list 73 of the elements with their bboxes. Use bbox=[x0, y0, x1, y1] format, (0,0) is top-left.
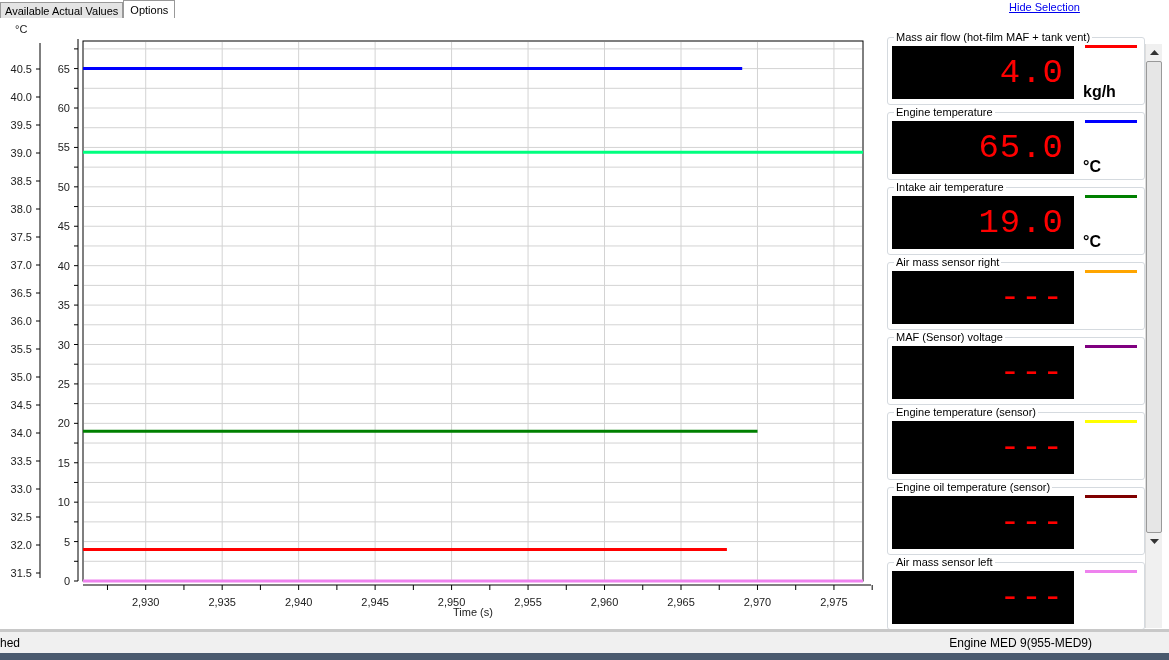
gauge-value: 4.0 bbox=[999, 53, 1065, 92]
axis-label: 2,950 bbox=[437, 596, 466, 608]
axis-label: 39.0 bbox=[10, 147, 32, 159]
gauge-title: Engine temperature (sensor) bbox=[894, 406, 1038, 419]
gauge-value: --- bbox=[999, 578, 1065, 617]
axis-label: 32.0 bbox=[10, 539, 32, 551]
axis-label: 2,960 bbox=[590, 596, 619, 608]
axis-label: 34.5 bbox=[10, 399, 32, 411]
axis-label: 36.5 bbox=[10, 287, 32, 299]
axis-label: 5 bbox=[63, 535, 70, 548]
axis-label: 40.0 bbox=[10, 91, 32, 103]
gauge-title: Mass air flow (hot-film MAF + tank vent) bbox=[894, 31, 1093, 44]
axis-label: 2,970 bbox=[743, 596, 772, 608]
axis-label: 25 bbox=[57, 377, 70, 390]
gauge-title: Engine temperature bbox=[894, 106, 995, 119]
gauge-unit: °C bbox=[1083, 158, 1101, 176]
status-text: Engine MED 9(955-MED9) bbox=[949, 635, 1092, 650]
axis-label: 2,940 bbox=[284, 596, 313, 608]
axis-label: 2,945 bbox=[361, 596, 389, 608]
axis-label: 15 bbox=[57, 456, 70, 469]
axis-label: 20 bbox=[57, 417, 70, 430]
axis-label: 2,935 bbox=[208, 596, 236, 608]
axis-label: 32.5 bbox=[10, 511, 32, 523]
axis-label: 34.0 bbox=[10, 427, 32, 439]
gauge-value: --- bbox=[999, 353, 1065, 392]
axis-label: 40 bbox=[57, 259, 70, 272]
axis-label: 55 bbox=[57, 141, 70, 154]
axis-label: 38.5 bbox=[10, 175, 32, 187]
gauge-title: Air mass sensor left bbox=[894, 556, 995, 569]
scroll-thumb[interactable] bbox=[1146, 61, 1162, 533]
axis-label: 30 bbox=[57, 338, 70, 351]
axis-label: 35 bbox=[57, 299, 70, 312]
axis-label: 35.0 bbox=[10, 371, 32, 383]
axis-label: 40.5 bbox=[10, 63, 32, 75]
tab[interactable]: Available Actual Values bbox=[0, 2, 124, 18]
gauge-value: --- bbox=[999, 428, 1065, 467]
axis-label: 2,975 bbox=[820, 596, 848, 608]
gauge-title: Engine oil temperature (sensor) bbox=[894, 481, 1053, 494]
gauge-value: 19.0 bbox=[978, 203, 1065, 242]
axis-label: 2,965 bbox=[667, 596, 695, 608]
gauge-unit: °C bbox=[1083, 233, 1101, 251]
gauge-value: 65.0 bbox=[978, 128, 1065, 167]
axis-label: 2,955 bbox=[514, 596, 542, 608]
axis-label: 37.5 bbox=[10, 231, 32, 243]
axis-label: 10 bbox=[57, 496, 70, 509]
gauge-title: Intake air temperature bbox=[894, 181, 1006, 194]
axis-label: 38.0 bbox=[10, 203, 32, 215]
scroll-down-icon[interactable] bbox=[1149, 539, 1159, 544]
axis-label: 39.5 bbox=[10, 119, 32, 131]
axis-label: 60 bbox=[57, 102, 70, 114]
axis-label: 0 bbox=[63, 575, 70, 587]
gauge-value: --- bbox=[999, 503, 1065, 542]
gauge-title: Air mass sensor right bbox=[894, 256, 1002, 269]
hide-selection-link[interactable]: Hide Selection bbox=[1009, 1, 1080, 13]
axis-label: 31.5 bbox=[10, 567, 32, 579]
axis-label: 2,930 bbox=[131, 596, 160, 608]
axis-label: 65 bbox=[57, 62, 70, 75]
axis-label: 37.0 bbox=[10, 259, 32, 271]
gauge-value: --- bbox=[999, 278, 1065, 317]
scroll-up-icon[interactable] bbox=[1149, 50, 1159, 55]
axis-unit: °C bbox=[15, 23, 28, 35]
axis-label: 36.0 bbox=[10, 315, 32, 327]
axis-label: 33.5 bbox=[10, 455, 32, 467]
scrollbar[interactable] bbox=[1145, 44, 1162, 628]
axis-title: Time (s) bbox=[453, 606, 493, 618]
axis-label: 33.0 bbox=[10, 483, 32, 495]
gauge-unit: kg/h bbox=[1083, 83, 1116, 101]
status-text: hed bbox=[0, 635, 21, 650]
axis-label: 45 bbox=[57, 220, 70, 233]
axis-label: 35.5 bbox=[10, 343, 32, 355]
gauge-title: MAF (Sensor) voltage bbox=[894, 331, 1005, 344]
axis-label: 50 bbox=[57, 180, 70, 193]
tab[interactable]: Options bbox=[123, 0, 176, 18]
